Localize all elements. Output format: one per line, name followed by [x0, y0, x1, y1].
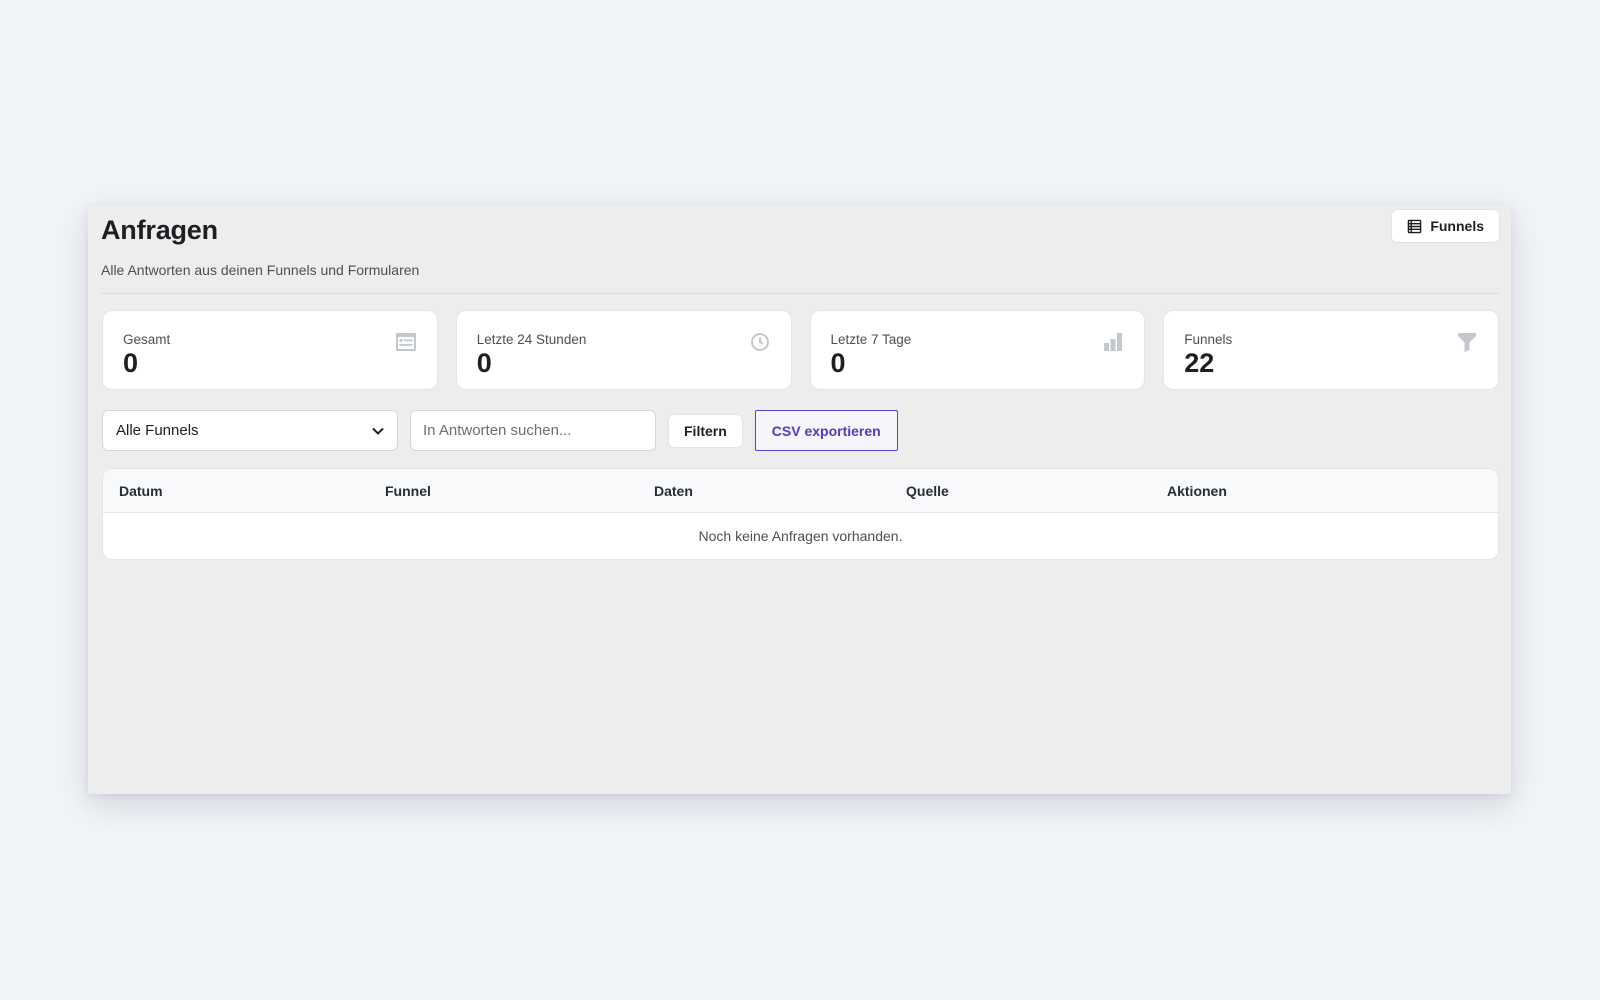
funnel-select[interactable]: Alle Funnels: [102, 410, 398, 451]
stat-card-24h: Letzte 24 Stunden 0: [455, 310, 792, 390]
stat-card-7d: Letzte 7 Tage 0: [809, 310, 1146, 390]
inbox-icon: [395, 333, 416, 351]
table-header: Datum Funnel Daten Quelle Aktionen: [103, 469, 1498, 513]
main-panel: Anfragen Alle Antworten aus deinen Funne…: [88, 205, 1511, 794]
stat-card-total: Gesamt 0: [102, 310, 438, 390]
chevron-down-icon: [372, 427, 384, 435]
stat-value: 22: [1184, 348, 1215, 378]
page-title: Anfragen: [101, 215, 218, 245]
funnel-select-value: Alle Funnels: [116, 422, 199, 439]
search-input[interactable]: [410, 410, 656, 451]
list-icon: [1408, 219, 1422, 233]
bar-chart-icon: [1104, 333, 1123, 351]
column-header-funnel[interactable]: Funnel: [385, 469, 431, 513]
stat-label: Gesamt: [123, 332, 171, 347]
stat-card-funnels: Funnels 22: [1163, 310, 1499, 390]
stat-label: Letzte 24 Stunden: [476, 332, 587, 347]
page-header: Anfragen Alle Antworten aus deinen Funne…: [101, 209, 1500, 294]
stat-label: Funnels: [1184, 332, 1233, 347]
filter-toolbar: Alle Funnels Filtern CSV exportieren: [102, 410, 898, 451]
column-header-date[interactable]: Datum: [119, 469, 163, 513]
clock-icon: [750, 333, 769, 351]
csv-export-button[interactable]: CSV exportieren: [754, 410, 898, 451]
funnels-button-label: Funnels: [1430, 218, 1484, 234]
page-subtitle: Alle Antworten aus deinen Funnels und Fo…: [101, 262, 420, 278]
column-header-actions: Aktionen: [1167, 483, 1227, 499]
filter-button[interactable]: Filtern: [668, 413, 743, 448]
requests-table: Datum Funnel Daten Quelle Aktionen Noch …: [102, 468, 1499, 560]
empty-state-message: Noch keine Anfragen vorhanden.: [698, 528, 903, 544]
stat-value: 0: [476, 348, 492, 378]
column-header-source[interactable]: Quelle: [906, 469, 949, 513]
stat-value: 0: [123, 348, 139, 378]
funnels-button[interactable]: Funnels: [1391, 209, 1500, 243]
stats-row: Gesamt 0 Letzte 24 Stunden 0 Letzte 7 Ta…: [102, 310, 1499, 390]
stat-label: Letzte 7 Tage: [830, 332, 912, 347]
filter-icon: [1458, 333, 1476, 352]
column-header-data[interactable]: Daten: [654, 469, 693, 513]
stat-value: 0: [830, 348, 846, 378]
